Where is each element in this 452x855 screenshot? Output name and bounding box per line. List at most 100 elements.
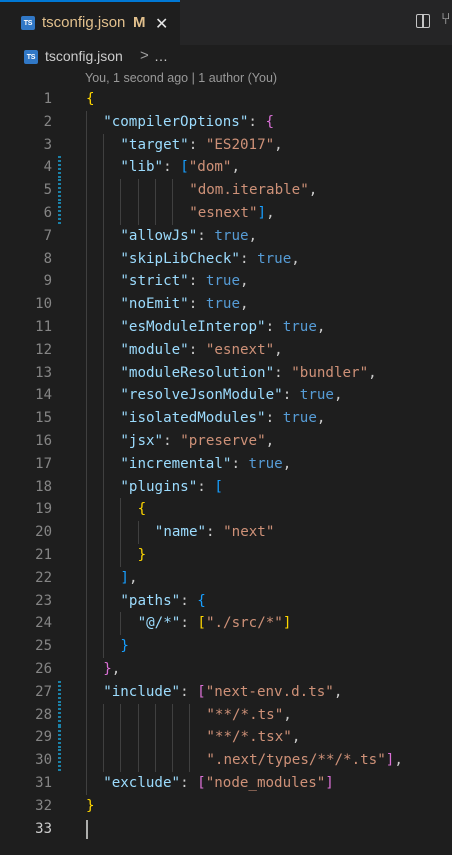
- code-token: {: [197, 592, 206, 609]
- code-text: "compilerOptions": {: [103, 111, 274, 134]
- code-line[interactable]: 28 "**/*.ts",: [0, 703, 452, 727]
- git-modified-indicator: [58, 362, 61, 385]
- code-token: ,: [394, 752, 403, 769]
- indent-guide: [154, 201, 156, 225]
- line-number: 17: [35, 455, 52, 472]
- indent-guide: [86, 521, 87, 544]
- breadcrumb-more[interactable]: …: [154, 48, 168, 64]
- code-line[interactable]: 5 "dom.iterable",: [0, 179, 452, 202]
- code-line[interactable]: 7 "allowJs": true,: [0, 224, 452, 248]
- code-line[interactable]: 13 "moduleResolution": "bundler",: [0, 361, 452, 385]
- code-token: :: [180, 615, 198, 632]
- code-line[interactable]: 23 "paths": {: [0, 589, 452, 613]
- indent-guide: [120, 179, 122, 202]
- code-token: "esnext": [205, 341, 275, 358]
- code-line[interactable]: 1{: [0, 88, 452, 111]
- line-number: 20: [35, 524, 52, 541]
- indent-guide: [154, 726, 156, 750]
- code-token: [: [180, 159, 189, 176]
- code-token: "ES2017": [205, 136, 275, 153]
- code-text: "resolveJsonModule": true,: [120, 384, 342, 407]
- code-text: "esModuleInterop": true,: [120, 316, 325, 339]
- code-editor[interactable]: 1{2 "compilerOptions": {3 "target": "ES201…: [0, 88, 452, 840]
- git-blame-codelens[interactable]: You, 1 second ago | 1 author (You): [85, 71, 277, 85]
- indent-guide: [103, 133, 105, 157]
- chevron-right-icon: >: [140, 47, 149, 64]
- code-line[interactable]: 14 "resolveJsonModule": true,: [0, 384, 452, 408]
- code-line[interactable]: 10 "noEmit": true,: [0, 293, 452, 316]
- breadcrumb-file[interactable]: tsconfig.json: [45, 48, 123, 64]
- code-token: "resolveJsonModule": [120, 387, 283, 404]
- code-token: ,: [291, 250, 300, 267]
- indent-guide: [103, 612, 105, 636]
- code-line[interactable]: 32}: [0, 795, 452, 818]
- code-token: "compilerOptions": [103, 113, 249, 130]
- code-line[interactable]: 8 "skipLibCheck": true,: [0, 247, 452, 271]
- indent-guide: [154, 749, 156, 772]
- line-number: 6: [43, 204, 52, 221]
- indent-guide: [103, 429, 105, 453]
- line-number: 26: [35, 660, 52, 677]
- code-line[interactable]: 31 "exclude": ["node_modules"]: [0, 771, 452, 795]
- code-token: "preserve": [180, 432, 266, 449]
- code-token: :: [197, 227, 215, 244]
- code-line[interactable]: 33: [0, 818, 452, 841]
- code-line[interactable]: 24 "@/*": ["./src/*"]: [0, 612, 452, 636]
- code-token: :: [163, 432, 181, 449]
- code-line[interactable]: 4 "lib": ["dom",: [0, 156, 452, 180]
- git-modified-indicator: [58, 407, 61, 430]
- line-number: 33: [35, 820, 52, 837]
- code-token: ,: [231, 159, 241, 176]
- code-line[interactable]: 12 "module": "esnext",: [0, 338, 452, 362]
- indent-guide: [137, 521, 139, 544]
- code-line[interactable]: 21}: [0, 543, 452, 567]
- split-editor-icon[interactable]: [416, 14, 430, 28]
- typescript-file-icon: TS: [24, 50, 38, 64]
- modified-status-badge: M: [133, 14, 146, 31]
- code-token: ,: [316, 410, 326, 427]
- code-line[interactable]: 22],: [0, 566, 452, 590]
- code-line[interactable]: 19 {: [0, 498, 452, 522]
- code-line[interactable]: 2 "compilerOptions": {: [0, 110, 452, 134]
- code-token: }: [137, 546, 147, 563]
- code-line[interactable]: 18 "plugins": [: [0, 475, 452, 499]
- code-token: ,: [291, 729, 301, 746]
- code-token: [: [197, 774, 206, 791]
- code-line[interactable]: 16 "jsx": "preserve",: [0, 429, 452, 453]
- code-line[interactable]: 25}: [0, 635, 452, 658]
- tab-tsconfig[interactable]: TS tsconfig.json M ✕: [0, 0, 180, 45]
- indent-guide: [172, 201, 173, 225]
- indent-guide: [120, 703, 122, 727]
- code-line[interactable]: 3 "target": "ES2017",: [0, 133, 452, 157]
- git-modified-indicator: [58, 544, 61, 567]
- indent-guide: [103, 498, 105, 522]
- code-token: "target": [120, 136, 189, 153]
- code-line[interactable]: 29 "**/*.tsx",: [0, 726, 452, 750]
- code-token: ,: [316, 318, 326, 335]
- code-line[interactable]: 6 "esnext"],: [0, 201, 452, 225]
- git-modified-indicator: [58, 339, 61, 362]
- code-line[interactable]: 26},: [0, 657, 452, 681]
- git-compare-icon[interactable]: ⑂: [441, 11, 451, 29]
- code-token: ]: [257, 204, 267, 221]
- indent-guide: [103, 703, 105, 727]
- line-number: 24: [35, 615, 52, 632]
- indent-guide: [172, 703, 173, 727]
- code-token: "esModuleInterop": [120, 318, 266, 335]
- indent-guide: [86, 543, 87, 567]
- indent-guide: [103, 247, 105, 271]
- code-line[interactable]: 17 "incremental": true,: [0, 452, 452, 476]
- code-line[interactable]: 11 "esModuleInterop": true,: [0, 315, 452, 339]
- indent-guide: [86, 224, 87, 248]
- code-line[interactable]: 30 ".next/types/**/*.ts"],: [0, 749, 452, 772]
- code-text: "dom.iterable",: [189, 179, 317, 202]
- code-line[interactable]: 20 "name": "next": [0, 521, 452, 544]
- code-token: "skipLibCheck": [120, 250, 240, 267]
- git-modified-indicator: [58, 134, 61, 157]
- code-line[interactable]: 27 "include": ["next-env.d.ts",: [0, 680, 452, 704]
- code-line[interactable]: 15 "isolatedModules": true,: [0, 407, 452, 430]
- indent-guide: [86, 566, 87, 590]
- indent-guide: [103, 566, 105, 590]
- close-icon[interactable]: ✕: [155, 14, 168, 34]
- code-line[interactable]: 9 "strict": true,: [0, 270, 452, 294]
